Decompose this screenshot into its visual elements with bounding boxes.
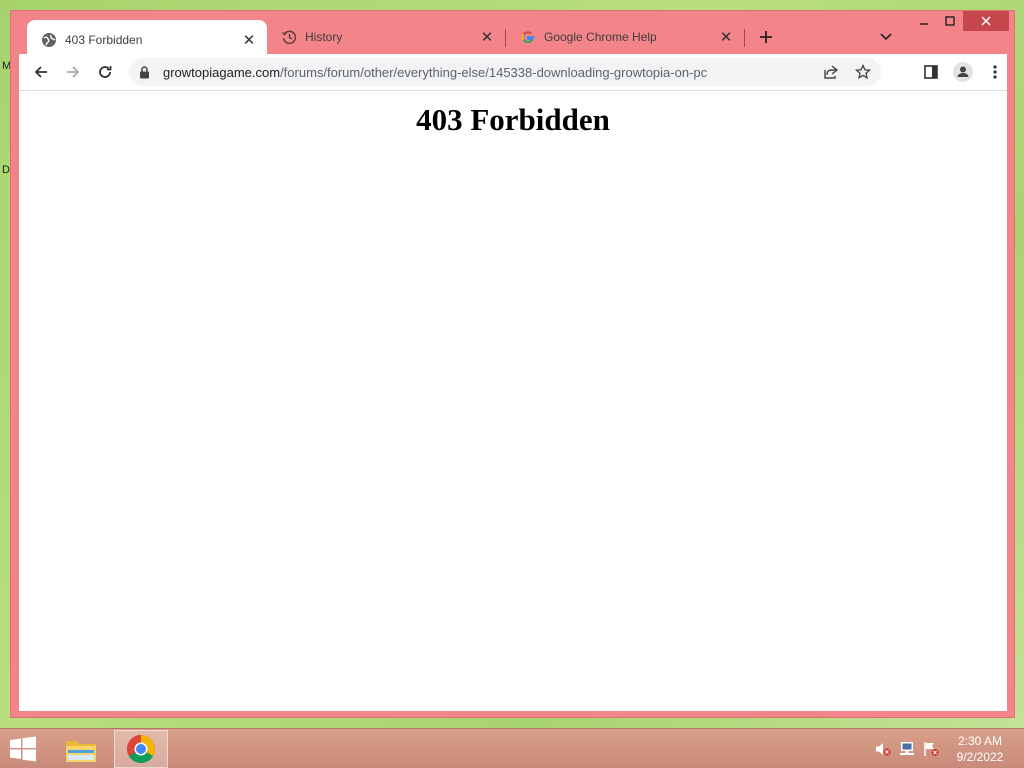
action-center-flag-icon[interactable] [922, 741, 940, 757]
side-panel-button[interactable] [917, 58, 945, 86]
tab-title: 403 Forbidden [65, 32, 143, 47]
toolbar: growtopiagame.com/forums/forum/other/eve… [19, 54, 1007, 90]
arrow-left-icon [34, 66, 47, 78]
bookmark-button[interactable] [849, 58, 877, 86]
tab-strip: 403 Forbidden ✕ History ✕ Google Chrome … [11, 11, 1014, 59]
globe-icon [41, 32, 57, 48]
reload-icon [99, 66, 112, 78]
profile-button[interactable] [949, 58, 977, 86]
tab-chrome-help[interactable]: Google Chrome Help ✕ [506, 20, 744, 54]
profile-icon [953, 62, 973, 82]
file-explorer-button[interactable] [58, 730, 104, 768]
url-domain: growtopiagame.com [163, 64, 281, 80]
reload-button[interactable] [91, 58, 119, 86]
plus-icon [760, 31, 772, 43]
clock-date: 9/2/2022 [956, 750, 1004, 764]
taskbar-clock[interactable]: 2:30 AM 9/2/2022 [948, 733, 1012, 765]
close-icon[interactable]: ✕ [239, 30, 259, 50]
tab-history[interactable]: History ✕ [267, 20, 505, 54]
back-button[interactable] [27, 58, 55, 86]
close-icon[interactable]: ✕ [716, 27, 736, 47]
side-panel-icon [924, 65, 938, 79]
more-vert-icon [993, 65, 997, 79]
minimize-button[interactable] [911, 11, 937, 31]
star-icon [855, 64, 871, 80]
tab-search-button[interactable] [875, 26, 897, 48]
clock-time: 2:30 AM [957, 734, 1003, 748]
share-button[interactable] [817, 58, 845, 86]
tab-divider [744, 29, 745, 47]
lock-icon[interactable] [139, 65, 153, 79]
start-button[interactable] [8, 735, 38, 763]
url-text: growtopiagame.com/forums/forum/other/eve… [163, 65, 707, 80]
chevron-down-icon [880, 33, 892, 41]
page-heading: 403 Forbidden [416, 102, 610, 137]
tab-title: History [305, 30, 343, 44]
desktop-label-d: D [2, 164, 10, 176]
forward-button[interactable] [59, 58, 87, 86]
google-icon [520, 29, 536, 45]
maximize-icon [945, 16, 955, 26]
volume-muted-icon[interactable] [874, 741, 892, 757]
tab-title: Google Chrome Help [544, 30, 657, 44]
url-path: /forums/forum/other/everything-else/1453… [280, 64, 708, 80]
new-tab-button[interactable] [755, 26, 777, 48]
address-bar[interactable]: growtopiagame.com/forums/forum/other/eve… [129, 58, 881, 86]
windows-logo-icon [10, 736, 36, 762]
chrome-icon [127, 735, 155, 763]
maximize-button[interactable] [937, 11, 963, 31]
minimize-icon [920, 23, 928, 25]
browser-window: 403 Forbidden ✕ History ✕ Google Chrome … [10, 10, 1015, 718]
close-icon[interactable]: ✕ [477, 27, 497, 47]
history-icon [281, 29, 297, 45]
arrow-right-icon [67, 66, 80, 78]
network-icon[interactable] [898, 741, 916, 757]
chrome-taskbar-button[interactable] [114, 730, 168, 768]
close-icon [981, 16, 991, 26]
window-close-button[interactable] [963, 11, 1009, 31]
share-icon [824, 65, 839, 79]
taskbar: 2:30 AM 9/2/2022 [0, 728, 1024, 768]
menu-button[interactable] [981, 58, 1009, 86]
file-explorer-icon [66, 741, 96, 762]
page-content: 403 Forbidden [19, 90, 1007, 711]
